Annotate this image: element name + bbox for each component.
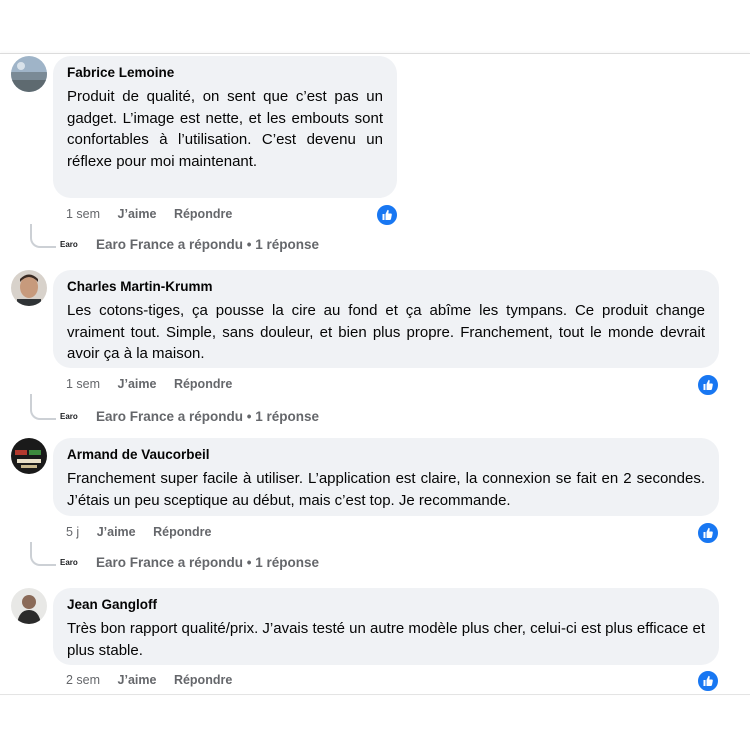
comment-time[interactable]: 2 sem: [66, 673, 100, 687]
avatar[interactable]: [11, 270, 47, 306]
comment-time[interactable]: 5 j: [66, 525, 79, 539]
reply-button[interactable]: Répondre: [174, 207, 232, 221]
like-button[interactable]: J’aime: [118, 377, 157, 391]
comment-text: Les cotons-tiges, ça pousse la cire au f…: [67, 302, 705, 362]
like-button[interactable]: J’aime: [118, 207, 157, 221]
comment-bubble: Jean Gangloff Très bon rapport qualité/p…: [53, 588, 719, 665]
reply-button[interactable]: Répondre: [174, 377, 232, 391]
reply-summary[interactable]: Earo Earo France a répondu • 1 réponse: [60, 555, 319, 570]
earo-logo-icon: Earo: [60, 412, 78, 422]
comment-text: Produit de qualité, on sent que c’est pa…: [67, 88, 383, 170]
comment-time[interactable]: 1 sem: [66, 377, 100, 391]
like-reaction-icon[interactable]: [697, 670, 719, 692]
comment-author[interactable]: Charles Martin-Krumm: [67, 278, 705, 296]
comment-text: Très bon rapport qualité/prix. J’avais t…: [67, 620, 705, 659]
avatar[interactable]: [11, 56, 47, 92]
like-reaction-icon[interactable]: [697, 374, 719, 396]
comment-bubble: Charles Martin-Krumm Les cotons-tiges, ç…: [53, 270, 719, 368]
thread-connector: [30, 394, 56, 420]
comment-actions: 5 j J’aime Répondre: [66, 525, 225, 539]
comment-author[interactable]: Armand de Vaucorbeil: [67, 446, 705, 464]
thread-connector: [30, 542, 56, 566]
reply-summary-text[interactable]: Earo France a répondu • 1 réponse: [96, 409, 319, 424]
earo-logo-icon: Earo: [60, 558, 78, 568]
comment-actions: 1 sem J’aime Répondre: [66, 377, 246, 391]
avatar[interactable]: [11, 588, 47, 624]
like-reaction-icon[interactable]: [376, 204, 398, 226]
earo-logo-icon: Earo: [60, 240, 78, 250]
comment-bubble: Fabrice Lemoine Produit de qualité, on s…: [53, 56, 397, 198]
avatar[interactable]: [11, 438, 47, 474]
reply-summary[interactable]: Earo Earo France a répondu • 1 réponse: [60, 237, 319, 252]
like-button[interactable]: J’aime: [97, 525, 136, 539]
thread-connector: [30, 224, 56, 248]
comment-time[interactable]: 1 sem: [66, 207, 100, 221]
like-button[interactable]: J’aime: [118, 673, 157, 687]
comment-actions: 2 sem J’aime Répondre: [66, 673, 246, 687]
comment-text: Franchement super facile à utiliser. L’a…: [67, 470, 705, 509]
comment-bubble: Armand de Vaucorbeil Franchement super f…: [53, 438, 719, 516]
like-reaction-icon[interactable]: [697, 522, 719, 544]
reply-summary-text[interactable]: Earo France a répondu • 1 réponse: [96, 555, 319, 570]
comment-actions: 1 sem J’aime Répondre: [66, 207, 246, 221]
comment-author[interactable]: Fabrice Lemoine: [67, 64, 383, 82]
reply-summary-text[interactable]: Earo France a répondu • 1 réponse: [96, 237, 319, 252]
comment-author[interactable]: Jean Gangloff: [67, 596, 705, 614]
reply-button[interactable]: Répondre: [153, 525, 211, 539]
reply-summary[interactable]: Earo Earo France a répondu • 1 réponse: [60, 409, 319, 424]
reply-button[interactable]: Répondre: [174, 673, 232, 687]
